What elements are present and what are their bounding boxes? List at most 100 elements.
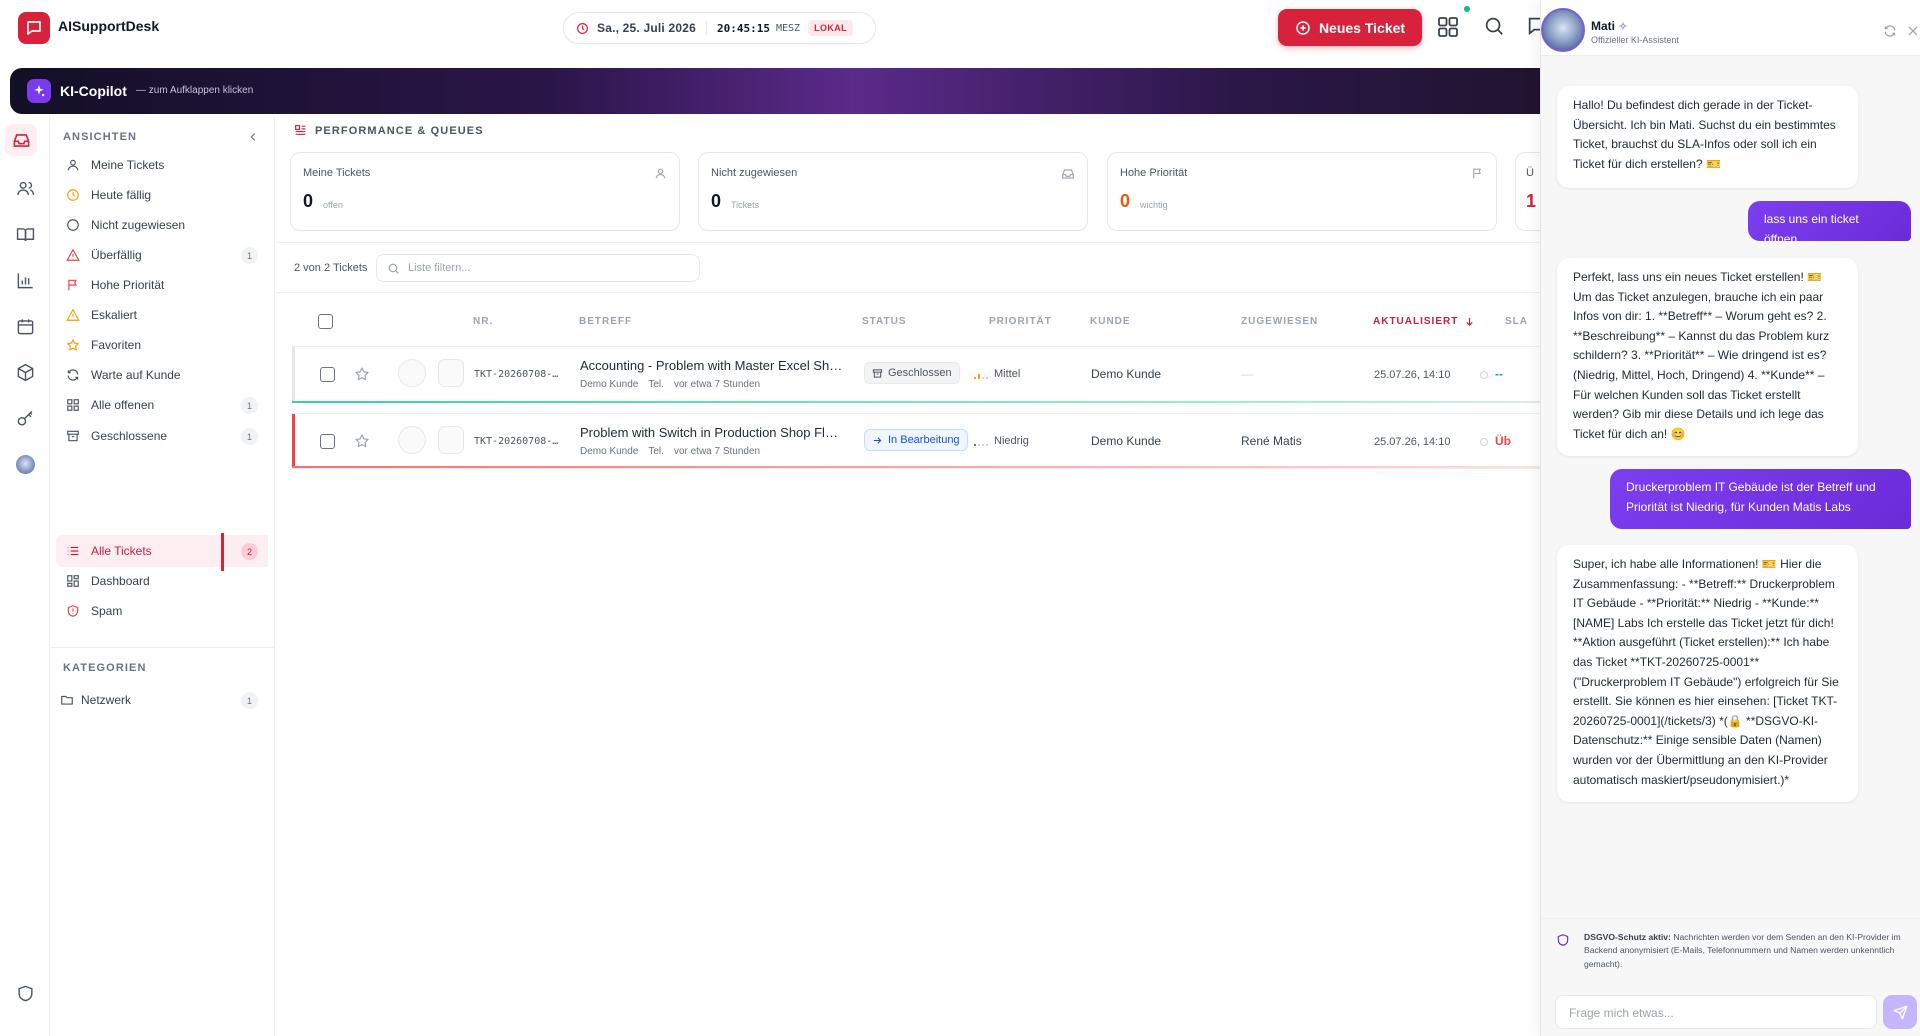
nav-alle-tickets[interactable]: Alle Tickets 2 (56, 535, 268, 567)
flag-icon (1471, 167, 1484, 180)
nav-favoriten[interactable]: Favoriten (56, 329, 268, 361)
package-icon[interactable] (11, 358, 39, 386)
top-bar: AISupportDesk Sa., 25. Juli 2026 20:45:1… (0, 0, 1540, 56)
nav-spam[interactable]: Spam (56, 595, 268, 627)
ticket-meta: Demo Kunde Tel. vor etwa 7 Stunden (580, 379, 770, 390)
archive-icon (872, 368, 883, 378)
column-header-kunde[interactable]: KUNDE (1090, 316, 1131, 327)
nav-meine-tickets[interactable]: Meine Tickets (56, 149, 268, 181)
ticket-count-text: 2 von 2 Tickets (294, 262, 368, 274)
stat-unit: offen (323, 200, 343, 210)
close-icon[interactable] (1906, 24, 1920, 38)
select-all-checkbox[interactable] (318, 314, 333, 329)
row-checkbox[interactable] (320, 367, 335, 382)
nav-label: Meine Tickets (91, 158, 165, 172)
grid-icon (65, 397, 81, 413)
copilot-title: KI-Copilot (60, 83, 127, 99)
layout-icon (295, 125, 306, 135)
mascot-avatar-icon[interactable] (11, 450, 39, 478)
ticket-number[interactable]: TKT-20260708-… (474, 436, 558, 447)
copilot-banner[interactable]: KI-Copilot — zum Aufklappen klicken (10, 68, 1540, 114)
chat-icon[interactable] (1526, 15, 1540, 39)
meta-customer: Demo Kunde (580, 379, 639, 390)
stat-label: Ü (1526, 167, 1534, 179)
nav-geschlossene[interactable]: Geschlossene 1 (56, 420, 268, 452)
nav-alle-offenen[interactable]: Alle offenen 1 (56, 389, 268, 421)
collapse-chevron-icon[interactable] (246, 130, 260, 144)
status-badge[interactable]: In Bearbeitung (864, 429, 968, 451)
column-header-aktualisiert[interactable]: AKTUALISIERT (1373, 316, 1475, 327)
nav-label: Favoriten (91, 338, 142, 352)
nav-count-badge: 1 (241, 247, 258, 264)
customer-name[interactable]: Demo Kunde (1091, 367, 1161, 381)
stat-label: Hohe Priorität (1120, 167, 1188, 179)
clock-icon (577, 22, 588, 34)
refresh-icon[interactable] (1883, 24, 1897, 38)
inbox-icon (1061, 167, 1075, 181)
app-logo-icon[interactable] (18, 12, 50, 44)
row-checkbox[interactable] (320, 434, 335, 449)
search-icon (388, 263, 399, 274)
stat-card-nicht-zugewiesen[interactable]: Nicht zugewiesen 0 Tickets (698, 152, 1088, 231)
row-avatar-placeholder (398, 359, 426, 387)
performance-heading[interactable]: PERFORMANCE & QUEUES (294, 124, 484, 137)
inbox-icon[interactable] (5, 124, 37, 156)
customer-name[interactable]: Demo Kunde (1091, 434, 1161, 448)
bot-message: Perfekt, lass uns ein neues Ticket erste… (1557, 258, 1858, 456)
search-icon[interactable] (1483, 15, 1507, 39)
column-header-status[interactable]: STATUS (862, 316, 907, 327)
nav-heute-faellig[interactable]: Heute fällig (56, 179, 268, 211)
nav-label: Spam (91, 604, 123, 618)
send-button[interactable] (1883, 995, 1917, 1029)
plus-circle-icon (1296, 20, 1310, 35)
new-ticket-button[interactable]: Neues Ticket (1278, 9, 1422, 46)
stat-card-hohe-prioritaet[interactable]: Hohe Priorität 0 wichtig (1107, 152, 1497, 231)
active-indicator (221, 533, 224, 571)
meta-channel: Tel. (648, 379, 664, 390)
bot-message: Hallo! Du befindest dich gerade in der T… (1557, 86, 1858, 188)
category-netzwerk[interactable]: Netzwerk 1 (56, 684, 268, 716)
table-row[interactable]: TKT-20260708-… Accounting - Problem with… (292, 346, 1540, 403)
nav-eskaliert[interactable]: Eskaliert (56, 299, 268, 331)
nav-dashboard[interactable]: Dashboard (56, 565, 268, 597)
chat-input[interactable]: Frage mich etwas... (1555, 995, 1877, 1029)
calendar-icon[interactable] (11, 312, 39, 340)
meta-channel: Tel. (648, 446, 664, 457)
column-header-sla[interactable]: SLA (1505, 316, 1528, 327)
meta-age: vor etwa 7 Stunden (673, 446, 761, 457)
nav-hohe-prioritaet[interactable]: Hohe Priorität (56, 269, 268, 301)
divider (276, 242, 1540, 243)
sla-dot (1480, 438, 1488, 446)
favorite-star-icon[interactable] (354, 366, 370, 382)
sort-desc-icon (1466, 317, 1474, 327)
list-filter-input[interactable]: Liste filtern... (376, 254, 700, 282)
column-header-betreff[interactable]: BETREFF (579, 316, 632, 327)
stat-card-meine-tickets[interactable]: Meine Tickets 0 offen (290, 152, 680, 231)
nav-warte-auf-kunde[interactable]: Warte auf Kunde (56, 359, 268, 391)
ticket-subject[interactable]: Accounting - Problem with Master Excel S… (580, 358, 842, 373)
favorite-star-icon[interactable] (354, 433, 370, 449)
status-badge[interactable]: Geschlossen (864, 362, 960, 384)
nav-nicht-zugewiesen[interactable]: Nicht zugewiesen (56, 209, 268, 241)
column-header-nr[interactable]: NR. (473, 316, 493, 327)
users-icon[interactable] (11, 174, 39, 202)
nav-ueberfaellig[interactable]: Überfällig 1 (56, 239, 268, 271)
column-header-prioritaet[interactable]: PRIORITÄT (989, 316, 1052, 327)
priority-bars-icon (974, 444, 988, 446)
bar-chart-icon[interactable] (11, 266, 39, 294)
user-message: lass uns ein ticket öffnen (1748, 201, 1911, 246)
book-icon[interactable] (11, 220, 39, 248)
filter-placeholder: Liste filtern... (408, 262, 471, 274)
shield-icon[interactable] (11, 979, 39, 1007)
nav-label: Geschlossene (91, 429, 168, 443)
circle-icon (65, 217, 81, 233)
column-header-zugewiesen[interactable]: ZUGEWIESEN (1241, 316, 1318, 327)
apps-grid-icon[interactable] (1436, 15, 1460, 39)
table-row[interactable]: TKT-20260708-… Problem with Switch in Pr… (292, 413, 1540, 469)
ticket-number[interactable]: TKT-20260708-… (474, 369, 558, 380)
assignee-name[interactable]: René Matis (1241, 434, 1302, 448)
key-icon[interactable] (11, 404, 39, 432)
assignee-name[interactable]: — (1241, 367, 1253, 381)
stat-label: Meine Tickets (303, 167, 371, 179)
ticket-subject[interactable]: Problem with Switch in Production Shop F… (580, 425, 838, 440)
